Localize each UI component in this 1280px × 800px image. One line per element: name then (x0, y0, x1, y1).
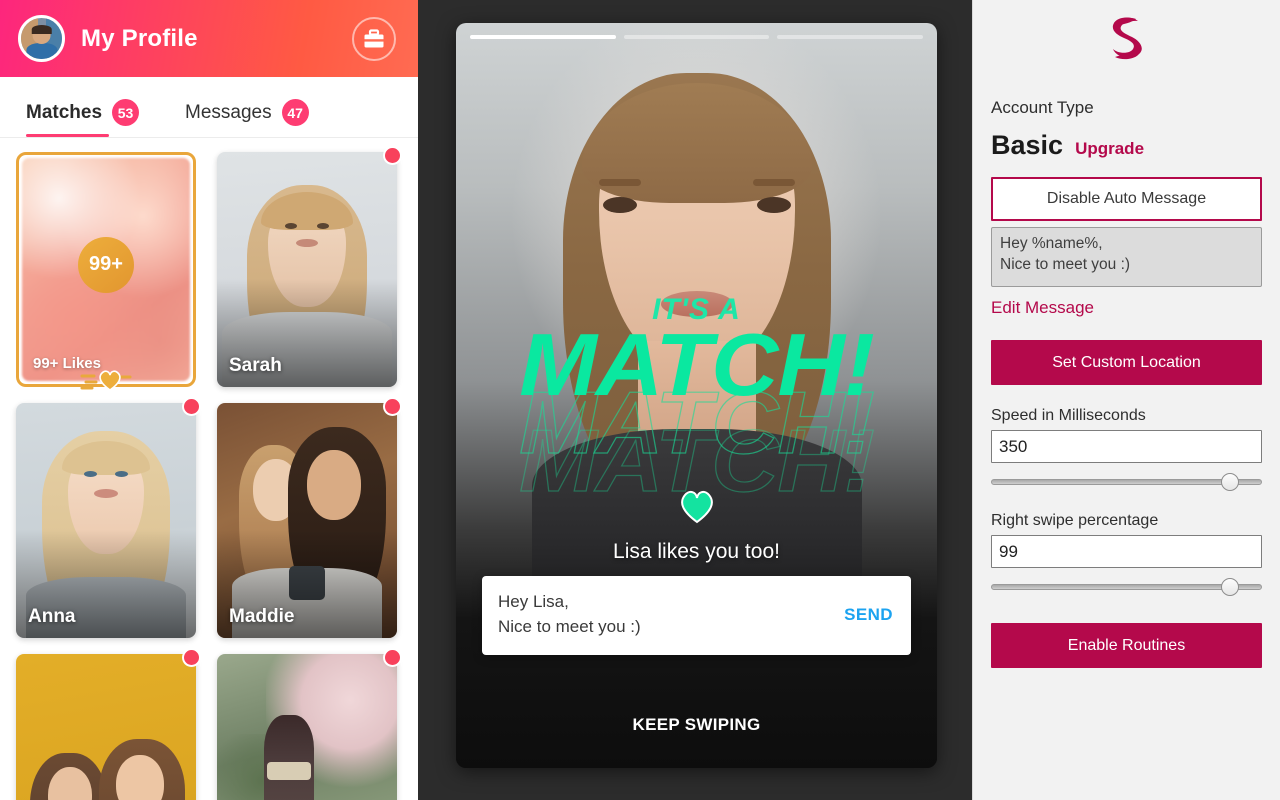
tab-matches-badge: 53 (112, 99, 140, 126)
speed-label: Speed in Milliseconds (991, 407, 1146, 424)
right-swipe-slider[interactable] (991, 578, 1262, 596)
speed-slider[interactable] (991, 473, 1262, 491)
briefcase-button[interactable] (352, 16, 396, 61)
match-card-maddie[interactable]: Maddie (217, 399, 400, 638)
gold-heart-icon (80, 367, 132, 398)
page-title: My Profile (81, 24, 198, 52)
likes-count-badge: 99+ (78, 236, 134, 293)
card-name-label: Sarah (229, 355, 282, 376)
speed-input[interactable] (991, 430, 1262, 463)
card-photo: Maddie (217, 403, 397, 638)
tab-messages-label: Messages (185, 101, 272, 123)
right-swipe-label: Right swipe percentage (991, 512, 1159, 529)
photo-progress-bars[interactable] (470, 35, 924, 39)
match-card-overlay: IT'S A MATCH! MATCH! MATCH! Lisa likes y… (456, 23, 937, 768)
match-card-park[interactable] (217, 650, 400, 800)
match-announcement: IT'S A MATCH! MATCH! MATCH! Lisa likes y… (456, 293, 937, 564)
progress-segment-3[interactable] (777, 35, 924, 39)
right-swipe-input[interactable] (991, 535, 1262, 568)
message-line-1: Hey Lisa, (498, 592, 569, 611)
tab-active-underline (26, 134, 110, 137)
match-card-yellow[interactable] (16, 650, 199, 800)
tab-bar: Matches 53 Messages 47 (0, 77, 418, 138)
speed-slider-thumb[interactable] (1221, 473, 1239, 491)
match-grid: 99+ 99+ Likes Sarah Anna Maddie (0, 138, 418, 800)
match-card-sarah[interactable]: Sarah (217, 148, 400, 387)
match-word-label: MATCH! (519, 315, 875, 414)
card-photo (217, 654, 397, 800)
match-message-box[interactable]: Hey Lisa, Nice to meet you :) SEND (482, 576, 911, 656)
tab-matches[interactable]: Matches 53 (26, 99, 140, 137)
briefcase-icon (364, 28, 384, 47)
set-custom-location-button[interactable]: Set Custom Location (991, 340, 1262, 385)
plan-name: Basic (991, 130, 1064, 160)
likes-you-text: Lisa likes you too! (613, 540, 780, 563)
progress-segment-1[interactable] (470, 35, 616, 39)
card-photo (16, 654, 196, 800)
edit-message-link[interactable]: Edit Message (991, 298, 1094, 318)
tab-messages[interactable]: Messages 47 (185, 99, 309, 137)
matches-panel: My Profile Matches 53 Messages 47 99+ 99… (0, 0, 418, 800)
match-card-anna[interactable]: Anna (16, 399, 199, 638)
tab-messages-badge: 47 (281, 99, 309, 126)
card-photo: Anna (16, 403, 196, 638)
card-name-label: Anna (28, 606, 76, 627)
notification-dot (385, 148, 400, 163)
disable-auto-message-button[interactable]: Disable Auto Message (991, 177, 1262, 221)
notification-dot (385, 650, 400, 665)
upgrade-link[interactable]: Upgrade (1075, 139, 1144, 159)
send-button[interactable]: SEND (844, 605, 893, 625)
message-line-2: Nice to meet you :) (498, 616, 641, 636)
notification-dot (385, 399, 400, 414)
account-type-label: Account Type (991, 98, 1094, 117)
card-photo: Sarah (217, 152, 397, 387)
progress-segment-2[interactable] (623, 35, 770, 39)
swipe-logo-icon (1112, 17, 1142, 60)
likes-card[interactable]: 99+ 99+ Likes (16, 152, 196, 391)
app-logo (991, 0, 1262, 72)
right-swipe-slider-thumb[interactable] (1221, 578, 1239, 596)
plan-row: Basic Upgrade (991, 130, 1262, 161)
app-root: My Profile Matches 53 Messages 47 99+ 99… (0, 0, 1280, 800)
keep-swiping-button[interactable]: KEEP SWIPING (456, 715, 937, 735)
settings-panel: Account Type Basic Upgrade Disable Auto … (972, 0, 1280, 800)
match-message-text: Hey Lisa, Nice to meet you :) (498, 590, 641, 639)
card-name-label: Maddie (229, 606, 295, 627)
auto-message-textarea[interactable] (991, 227, 1262, 287)
enable-routines-button[interactable]: Enable Routines (991, 623, 1262, 668)
avatar[interactable] (18, 15, 65, 62)
notification-dot (184, 399, 199, 414)
notification-dot (184, 650, 199, 665)
profile-header: My Profile (0, 0, 418, 77)
tab-matches-label: Matches (26, 101, 103, 123)
match-preview-panel: IT'S A MATCH! MATCH! MATCH! Lisa likes y… (418, 0, 972, 800)
match-word-group: MATCH! MATCH! MATCH! (456, 315, 937, 506)
